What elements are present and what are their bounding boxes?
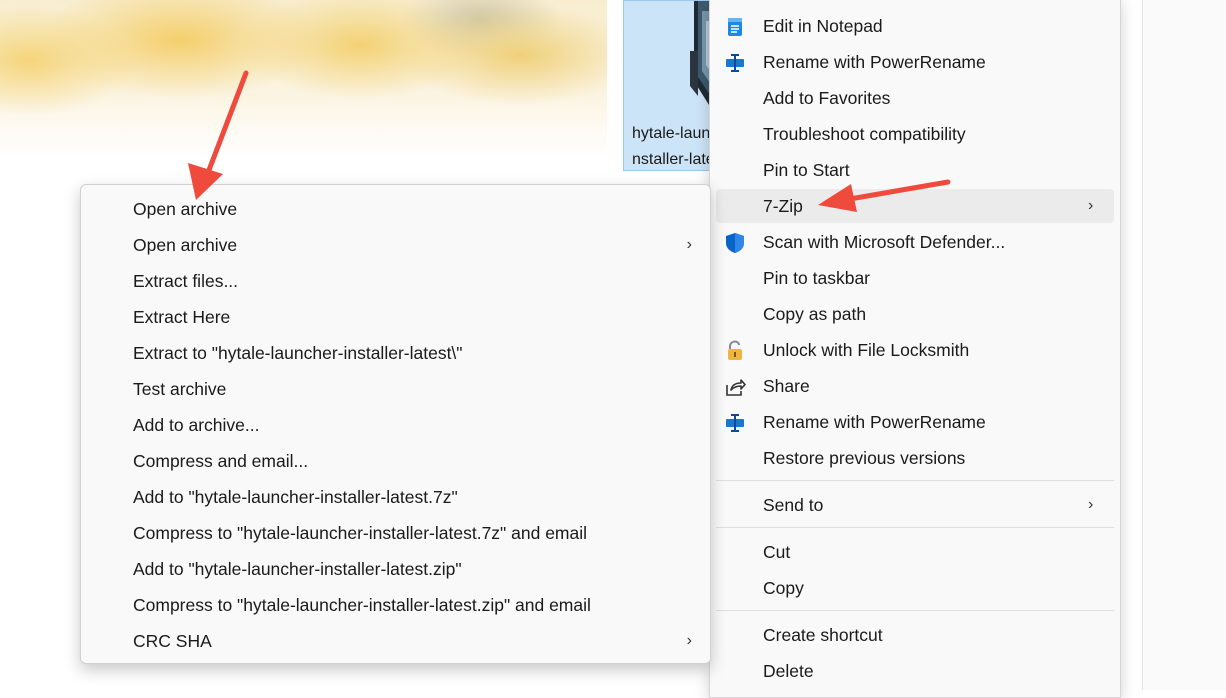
submenu-item-label: Compress to "hytale-launcher-installer-l… — [133, 595, 591, 615]
submenu-item-label: Add to "hytale-launcher-installer-latest… — [133, 487, 458, 507]
chevron-right-icon: › — [1088, 197, 1094, 214]
menu-item-add-to-favorites[interactable]: Add to Favorites — [716, 81, 1114, 115]
submenu-item-compress-zip-email[interactable]: Compress to "hytale-launcher-installer-l… — [85, 588, 706, 622]
context-menu: Edit in Notepad Rename with PowerRename … — [709, 0, 1121, 698]
submenu-item-crc-sha[interactable]: CRC SHA › — [85, 624, 706, 658]
submenu-item-label: Extract Here — [133, 307, 231, 327]
menu-item-label: Copy — [763, 578, 804, 598]
submenu-item-add-to-archive[interactable]: Add to archive... — [85, 408, 706, 442]
menu-item-file-locksmith[interactable]: Unlock with File Locksmith — [716, 333, 1114, 367]
blurred-wallpaper — [0, 0, 607, 157]
menu-item-label: Rename with PowerRename — [763, 52, 986, 72]
menu-item-pin-to-start[interactable]: Pin to Start — [716, 153, 1114, 187]
menu-item-label: Scan with Microsoft Defender... — [763, 232, 1006, 252]
menu-item-delete[interactable]: Delete — [716, 654, 1114, 688]
menu-item-pin-to-taskbar[interactable]: Pin to taskbar — [716, 261, 1114, 295]
menu-separator — [716, 527, 1114, 528]
explorer-side-panel — [1142, 0, 1226, 690]
sevenzip-submenu: Open archive Open archive › Extract file… — [80, 184, 711, 664]
submenu-item-label: Extract files... — [133, 271, 239, 291]
menu-item-label: Unlock with File Locksmith — [763, 340, 970, 360]
menu-item-label: Share — [763, 376, 810, 396]
submenu-item-extract-files[interactable]: Extract files... — [85, 264, 706, 298]
menu-item-label: 7-Zip — [763, 196, 803, 216]
menu-item-label: Rename with PowerRename — [763, 412, 986, 432]
submenu-item-test-archive[interactable]: Test archive — [85, 372, 706, 406]
submenu-item-label: Add to archive... — [133, 415, 260, 435]
menu-item-label: Edit in Notepad — [763, 16, 883, 36]
submenu-item-compress-7z-email[interactable]: Compress to "hytale-launcher-installer-l… — [85, 516, 706, 550]
chevron-right-icon: › — [1088, 496, 1094, 513]
menu-item-copy[interactable]: Copy — [716, 571, 1114, 605]
share-icon — [726, 379, 746, 396]
submenu-item-label: CRC SHA — [133, 631, 212, 651]
menu-item-label: Add to Favorites — [763, 88, 891, 108]
notepad-icon — [728, 18, 742, 36]
file-name-line-2: nstaller-latest — [632, 151, 712, 168]
menu-item-label: Pin to taskbar — [763, 268, 870, 288]
menu-item-label: Restore previous versions — [763, 448, 966, 468]
powerrename-icon — [726, 414, 744, 432]
submenu-item-label: Test archive — [133, 379, 227, 399]
menu-item-scan-defender[interactable]: Scan with Microsoft Defender... — [716, 225, 1114, 259]
powerrename-icon — [726, 54, 744, 72]
submenu-item-label: Extract to "hytale-launcher-installer-la… — [133, 343, 463, 363]
submenu-item-compress-and-email[interactable]: Compress and email... — [85, 444, 706, 478]
menu-item-label: Delete — [763, 661, 814, 681]
defender-shield-icon — [726, 233, 744, 253]
menu-item-rename-powerrename-2[interactable]: Rename with PowerRename — [716, 405, 1114, 439]
hytale-app-icon — [690, 1, 712, 110]
menu-separator — [716, 610, 1114, 611]
submenu-item-label: Add to "hytale-launcher-installer-latest… — [133, 559, 462, 579]
menu-item-label: Troubleshoot compatibility — [763, 124, 966, 144]
submenu-item-extract-here[interactable]: Extract Here — [85, 300, 706, 334]
menu-item-send-to[interactable]: Send to › — [716, 488, 1114, 522]
submenu-item-label: Compress and email... — [133, 451, 309, 471]
submenu-item-extract-to-folder[interactable]: Extract to "hytale-launcher-installer-la… — [85, 336, 706, 370]
submenu-item-add-to-7z[interactable]: Add to "hytale-launcher-installer-latest… — [85, 480, 706, 514]
menu-separator — [716, 480, 1114, 481]
submenu-item-label: Open archive — [133, 199, 238, 219]
submenu-item-add-to-zip[interactable]: Add to "hytale-launcher-installer-latest… — [85, 552, 706, 586]
menu-item-label: Send to — [763, 495, 824, 515]
menu-item-rename-powerrename[interactable]: Rename with PowerRename — [716, 45, 1114, 79]
menu-item-share[interactable]: Share — [716, 369, 1114, 403]
file-name-line-1: hytale-launcher-i — [632, 125, 712, 142]
menu-item-create-shortcut[interactable]: Create shortcut — [716, 618, 1114, 652]
menu-item-label: Pin to Start — [763, 160, 850, 180]
menu-item-cut[interactable]: Cut — [716, 535, 1114, 569]
submenu-item-open-archive-more[interactable]: Open archive › — [85, 228, 706, 262]
chevron-right-icon: › — [686, 632, 692, 649]
menu-item-copy-as-path[interactable]: Copy as path — [716, 297, 1114, 331]
menu-item-restore-previous-versions[interactable]: Restore previous versions — [716, 441, 1114, 475]
menu-item-label: Cut — [763, 542, 791, 562]
menu-item-7zip[interactable]: 7-Zip › — [716, 189, 1114, 223]
chevron-right-icon: › — [686, 236, 692, 253]
submenu-item-label: Open archive — [133, 235, 238, 255]
selected-file-icon[interactable]: hytale-launcher-i nstaller-latest — [623, 0, 713, 171]
lock-icon — [728, 340, 742, 360]
submenu-item-label: Compress to "hytale-launcher-installer-l… — [133, 523, 588, 543]
menu-item-edit-in-notepad[interactable]: Edit in Notepad — [716, 9, 1114, 43]
menu-item-troubleshoot[interactable]: Troubleshoot compatibility — [716, 117, 1114, 151]
menu-item-label: Create shortcut — [763, 625, 883, 645]
submenu-item-open-archive[interactable]: Open archive — [85, 192, 706, 226]
menu-item-label: Copy as path — [763, 304, 867, 324]
